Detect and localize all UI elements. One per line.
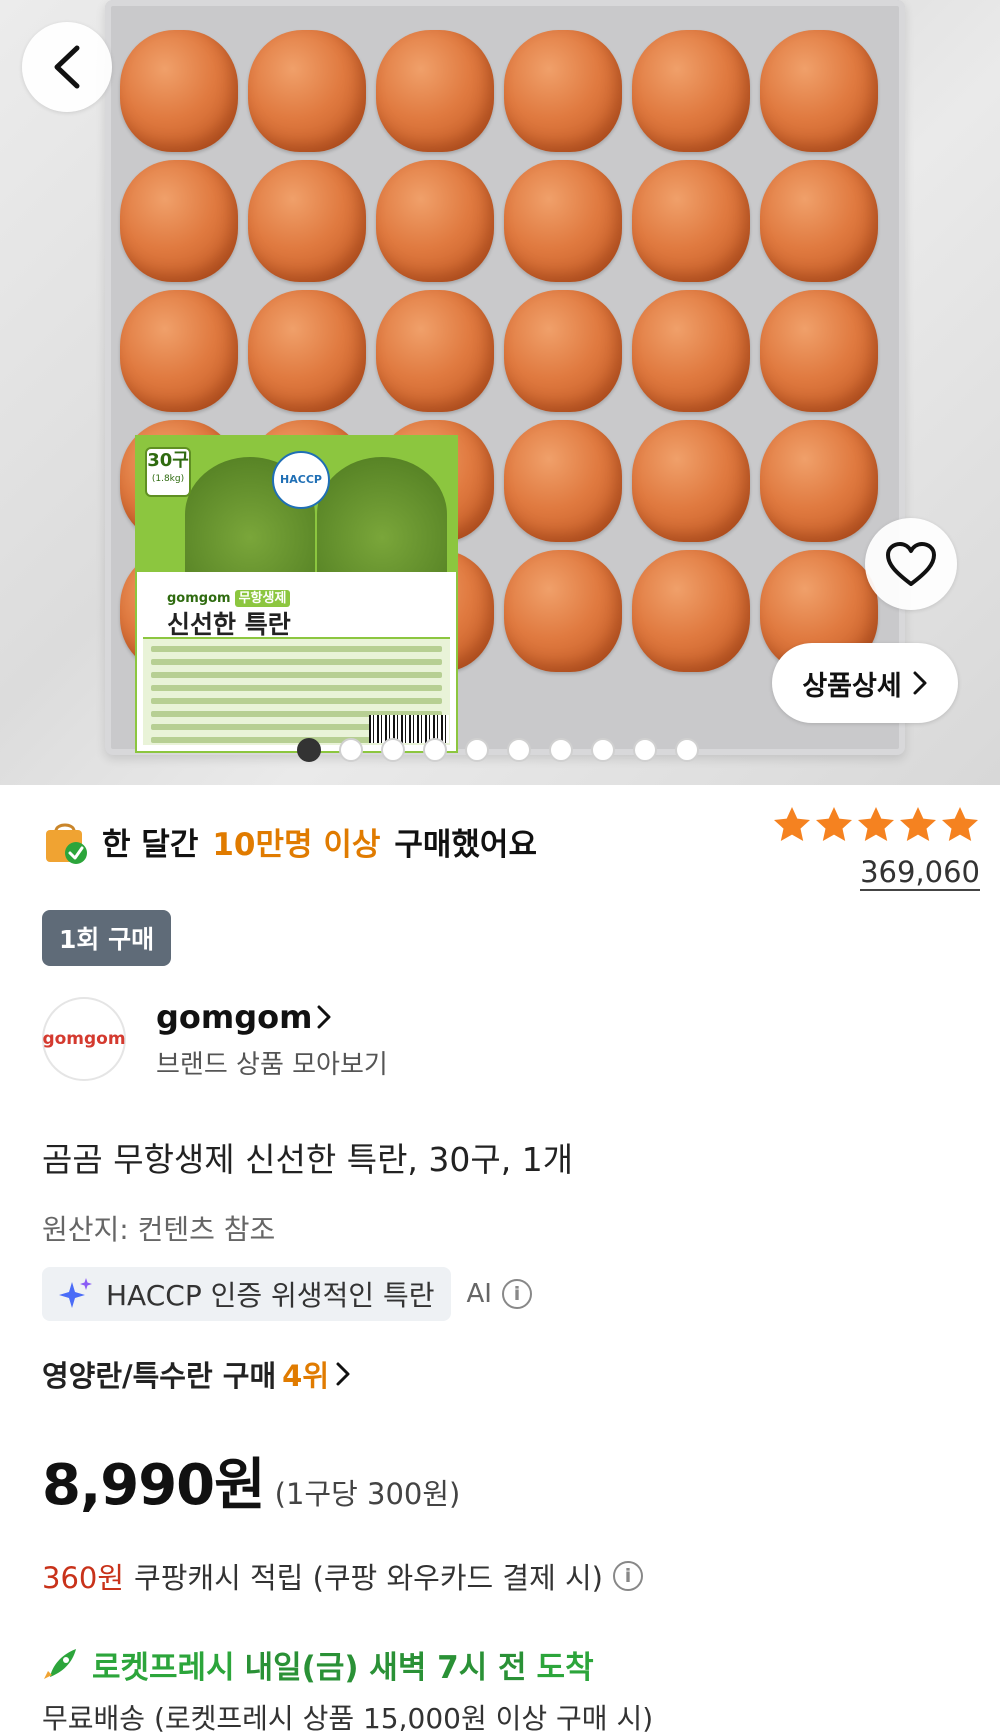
purchase-count-suffix: 구매했어요 <box>394 826 537 863</box>
purchase-count-prefix: 한 달간 <box>102 826 199 863</box>
egg <box>504 160 622 282</box>
purchase-history-chip: 1회 구매 <box>42 910 172 966</box>
cashback-text: 쿠팡캐시 적립 (쿠팡 와우카드 결제 시) <box>134 1561 603 1595</box>
carousel-dot[interactable] <box>633 738 657 762</box>
carousel-dot[interactable] <box>675 738 699 762</box>
product-image-carousel[interactable]: 30구 (1.8kg) HACCP gomgom 무항생제 신선한 특란 상품상세 <box>0 0 1000 785</box>
shopping-bag-check-icon <box>46 823 87 864</box>
product-detail-label: 상품상세 <box>802 670 902 702</box>
egg <box>504 290 622 412</box>
ai-summary-box: HACCP 인증 위생적인 특란 <box>42 1267 451 1321</box>
egg <box>632 420 750 542</box>
ai-summary-text: HACCP 인증 위생적인 특란 <box>106 1279 435 1312</box>
label-count: 30구 <box>147 450 189 471</box>
chevron-right-icon <box>913 671 927 695</box>
brand-name: gomgom <box>156 997 313 1036</box>
star-icon <box>816 807 852 841</box>
product-info-section: 한 달간 10만명 이상 구매했어요 369,060 1회 구매 gomgom … <box>0 785 1000 1735</box>
haccp-seal-icon: HACCP <box>272 451 330 509</box>
unit-price: (1구당 300원) <box>274 1477 461 1511</box>
back-button[interactable] <box>22 22 112 112</box>
delivery-time: 내일(금) 새벽 7시 전 <box>244 1650 527 1686</box>
sparkle-icon <box>59 1278 92 1308</box>
egg <box>760 420 878 542</box>
brand-store[interactable]: gomgom gomgom 브랜드 상품 모아보기 <box>42 997 388 1081</box>
egg <box>248 160 366 282</box>
carousel-dot[interactable] <box>297 738 321 762</box>
chevron-right-icon <box>336 1362 350 1386</box>
star-icon <box>774 807 810 841</box>
rocket-icon <box>44 1648 76 1679</box>
carousel-dot[interactable] <box>339 738 363 762</box>
egg <box>760 160 878 282</box>
brand-name-link[interactable]: gomgom <box>156 998 388 1036</box>
rating[interactable]: 369,060 <box>772 805 980 891</box>
carousel-dot[interactable] <box>465 738 489 762</box>
egg <box>632 550 750 672</box>
delivery-info: 로켓프레시 내일(금) 새벽 7시 전 도착 <box>42 1642 594 1687</box>
product-title: 곰곰 무항생제 신선한 특란, 30구, 1개 <box>42 1140 574 1179</box>
heart-icon <box>886 542 936 586</box>
egg <box>632 160 750 282</box>
review-count-link[interactable]: 369,060 <box>860 855 980 891</box>
egg <box>120 290 238 412</box>
wishlist-button[interactable] <box>865 518 957 610</box>
label-count-badge: 30구 (1.8kg) <box>145 447 191 497</box>
egg <box>376 30 494 152</box>
egg <box>632 290 750 412</box>
cashback-amount: 360원 <box>42 1561 125 1595</box>
ai-summary: HACCP 인증 위생적인 특란 AI i <box>42 1267 532 1321</box>
brand-logo: gomgom <box>42 997 126 1081</box>
delivery-arrival: 도착 <box>536 1650 594 1686</box>
egg <box>376 160 494 282</box>
egg <box>504 30 622 152</box>
category-ranking-link[interactable]: 영양란/특수란 구매 4위 <box>42 1353 351 1395</box>
shipping-note: 무료배송 (로켓프레시 상품 15,000원 이상 구매 시) <box>42 1702 654 1735</box>
ai-label[interactable]: AI i <box>467 1279 532 1309</box>
label-brand: gomgom 무항생제 <box>167 587 291 607</box>
product-detail-button[interactable]: 상품상세 <box>772 643 958 723</box>
info-icon[interactable]: i <box>612 1561 643 1591</box>
delivery-service: 로켓프레시 <box>92 1650 235 1686</box>
info-icon: i <box>501 1279 532 1309</box>
carousel-dot[interactable] <box>549 738 573 762</box>
egg <box>248 30 366 152</box>
ai-label-text: AI <box>466 1279 492 1309</box>
carousel-dot[interactable] <box>507 738 531 762</box>
egg <box>760 290 878 412</box>
carousel-dot[interactable] <box>591 738 615 762</box>
label-weight: (1.8kg) <box>151 474 185 484</box>
carousel-indicator <box>297 738 699 762</box>
egg <box>504 550 622 672</box>
egg <box>376 290 494 412</box>
egg <box>248 290 366 412</box>
brand-logo-text: gomgom <box>42 1029 126 1049</box>
star-icon <box>942 807 978 841</box>
star-icon <box>858 807 894 841</box>
purchase-count-badge: 한 달간 10만명 이상 구매했어요 <box>42 817 537 865</box>
egg <box>632 30 750 152</box>
carousel-dot[interactable] <box>381 738 405 762</box>
chevron-right-icon <box>317 1005 331 1028</box>
label-window-right <box>317 457 447 572</box>
egg <box>760 30 878 152</box>
brand-subtitle: 브랜드 상품 모아보기 <box>156 1049 388 1080</box>
star-rating <box>772 805 980 845</box>
purchase-count-highlight: 10만명 이상 <box>212 826 381 863</box>
egg <box>504 420 622 542</box>
egg <box>120 30 238 152</box>
carousel-dot[interactable] <box>423 738 447 762</box>
cashback-info: 360원 쿠팡캐시 적립 (쿠팡 와우카드 결제 시) i <box>42 1555 643 1597</box>
egg <box>120 160 238 282</box>
product-origin: 원산지: 컨텐츠 참조 <box>42 1213 276 1246</box>
label-brand-name: gomgom <box>167 591 231 606</box>
star-icon <box>900 807 936 841</box>
price-block: 8,990원 (1구당 300원) <box>42 1440 460 1521</box>
product-package-label: 30구 (1.8kg) HACCP gomgom 무항생제 신선한 특란 <box>135 435 458 753</box>
ranking-number: 4위 <box>282 1359 329 1393</box>
price: 8,990원 <box>42 1453 266 1518</box>
label-product-name: 신선한 특란 <box>167 610 291 639</box>
ranking-category: 영양란/특수란 구매 <box>42 1359 277 1393</box>
chevron-left-icon <box>54 45 80 89</box>
